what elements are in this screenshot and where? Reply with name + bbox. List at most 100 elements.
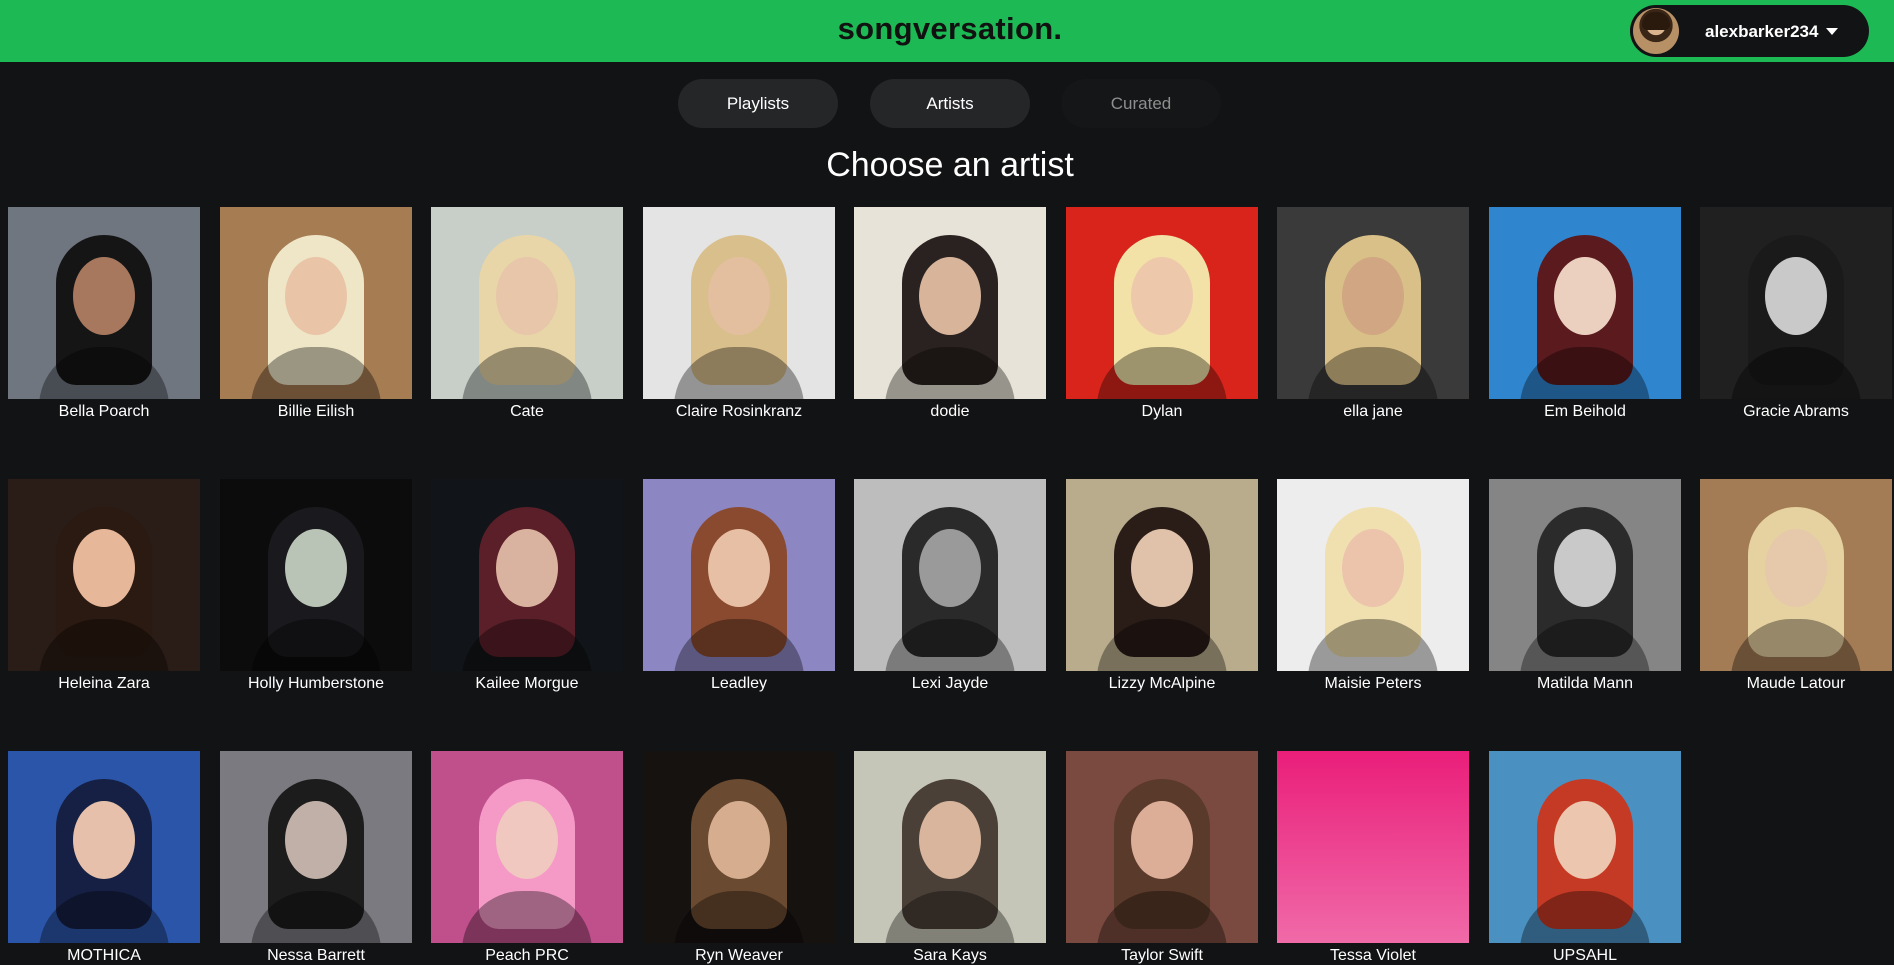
artist-name: Em Beihold (1544, 403, 1626, 420)
artist-name: Kailee Morgue (475, 675, 579, 692)
portrait-face (496, 257, 558, 335)
artist-name: Lizzy McAlpine (1108, 675, 1216, 692)
portrait-face (285, 529, 347, 607)
artist-card[interactable]: Holly Humberstone (220, 479, 412, 693)
tab-bar: Playlists Artists Curated (0, 79, 1894, 128)
artist-name: Heleina Zara (58, 675, 150, 692)
artist-name: dodie (930, 403, 970, 420)
artist-grid: Bella Poarch Billie Eilish Cate Claire Rosi… (8, 207, 1894, 964)
artist-card[interactable]: Maisie Peters (1277, 479, 1469, 693)
artist-photo (220, 751, 412, 943)
artist-card[interactable]: Cate (431, 207, 623, 421)
artist-card[interactable]: Nessa Barrett (220, 751, 412, 965)
portrait-face (919, 257, 981, 335)
artist-name: Ryn Weaver (695, 947, 783, 964)
artist-card[interactable]: Matilda Mann (1489, 479, 1681, 693)
brand-logo[interactable]: songversation. (0, 11, 1894, 47)
artist-card[interactable]: ella jane (1277, 207, 1469, 421)
artist-card[interactable]: Maude Latour (1700, 479, 1892, 693)
artist-photo (8, 479, 200, 671)
portrait-face (496, 801, 558, 879)
artist-photo (220, 479, 412, 671)
portrait-face (1554, 801, 1616, 879)
artist-card[interactable]: Dylan (1066, 207, 1258, 421)
artist-card[interactable]: Peach PRC (431, 751, 623, 965)
portrait-face (1131, 801, 1193, 879)
tab-artists[interactable]: Artists (870, 79, 1030, 128)
artist-photo (1489, 207, 1681, 399)
artist-name: Dylan (1141, 403, 1183, 420)
artist-card[interactable]: Kailee Morgue (431, 479, 623, 693)
portrait-face (919, 801, 981, 879)
portrait-face (73, 801, 135, 879)
artist-photo (431, 207, 623, 399)
artist-name: Matilda Mann (1536, 675, 1634, 692)
artist-name: Gracie Abrams (1743, 403, 1849, 420)
artist-name: Billie Eilish (277, 403, 355, 420)
portrait-face (1554, 257, 1616, 335)
artist-card[interactable]: Leadley (643, 479, 835, 693)
artist-photo (854, 479, 1046, 671)
portrait-face (1554, 529, 1616, 607)
portrait-face (708, 801, 770, 879)
artist-card[interactable]: Claire Rosinkranz (643, 207, 835, 421)
artist-card[interactable]: Billie Eilish (220, 207, 412, 421)
artist-name: Claire Rosinkranz (675, 403, 803, 420)
user-menu-button[interactable]: alexbarker234 (1630, 5, 1869, 57)
artist-photo (431, 751, 623, 943)
artist-card[interactable]: dodie (854, 207, 1046, 421)
portrait-face (1342, 257, 1404, 335)
artist-card[interactable]: Sara Kays (854, 751, 1046, 965)
artist-photo (1277, 479, 1469, 671)
artist-card[interactable]: UPSAHL (1489, 751, 1681, 965)
portrait-face (73, 529, 135, 607)
artist-name: Holly Humberstone (247, 675, 385, 692)
artist-name: Maude Latour (1746, 675, 1846, 692)
artist-name: Maisie Peters (1324, 675, 1422, 692)
portrait-face (1342, 529, 1404, 607)
tab-playlists[interactable]: Playlists (678, 79, 838, 128)
artist-photo (854, 207, 1046, 399)
artist-name: Lexi Jayde (911, 675, 989, 692)
artist-card[interactable]: Bella Poarch (8, 207, 200, 421)
artist-card[interactable]: MOTHICA (8, 751, 200, 965)
artist-card[interactable]: Taylor Swift (1066, 751, 1258, 965)
artist-photo (1066, 479, 1258, 671)
portrait-face (919, 529, 981, 607)
artist-photo (1277, 207, 1469, 399)
top-bar: songversation. alexbarker234 (0, 0, 1894, 62)
artist-name: UPSAHL (1552, 947, 1618, 964)
artist-photo (1700, 207, 1892, 399)
artist-card[interactable]: Gracie Abrams (1700, 207, 1892, 421)
artist-card[interactable]: Lizzy McAlpine (1066, 479, 1258, 693)
artist-name: MOTHICA (67, 947, 141, 964)
artist-name: Bella Poarch (58, 403, 150, 420)
avatar-hair (1642, 12, 1670, 30)
artist-photo (1489, 479, 1681, 671)
portrait-face (1131, 257, 1193, 335)
artist-photo (854, 751, 1046, 943)
artist-photo (643, 207, 835, 399)
artist-name: Taylor Swift (1121, 947, 1203, 964)
portrait-face (285, 257, 347, 335)
artist-photo (1066, 751, 1258, 943)
artist-card[interactable]: Em Beihold (1489, 207, 1681, 421)
artist-name: Nessa Barrett (267, 947, 365, 964)
chevron-down-icon (1826, 28, 1838, 35)
artist-photo (1066, 207, 1258, 399)
artist-card[interactable]: Tessa Violet (1277, 751, 1469, 965)
portrait-face (1765, 257, 1827, 335)
portrait-face (73, 257, 135, 335)
artist-photo (643, 479, 835, 671)
artist-card[interactable]: Heleina Zara (8, 479, 200, 693)
tab-curated[interactable]: Curated (1061, 79, 1221, 128)
artist-card[interactable]: Ryn Weaver (643, 751, 835, 965)
portrait-face (1765, 529, 1827, 607)
portrait-face (708, 257, 770, 335)
portrait-face (496, 529, 558, 607)
artist-name: Cate (510, 403, 544, 420)
artist-name: Sara Kays (913, 947, 987, 964)
artist-photo (8, 207, 200, 399)
artist-card[interactable]: Lexi Jayde (854, 479, 1046, 693)
artist-photo (1277, 751, 1469, 943)
